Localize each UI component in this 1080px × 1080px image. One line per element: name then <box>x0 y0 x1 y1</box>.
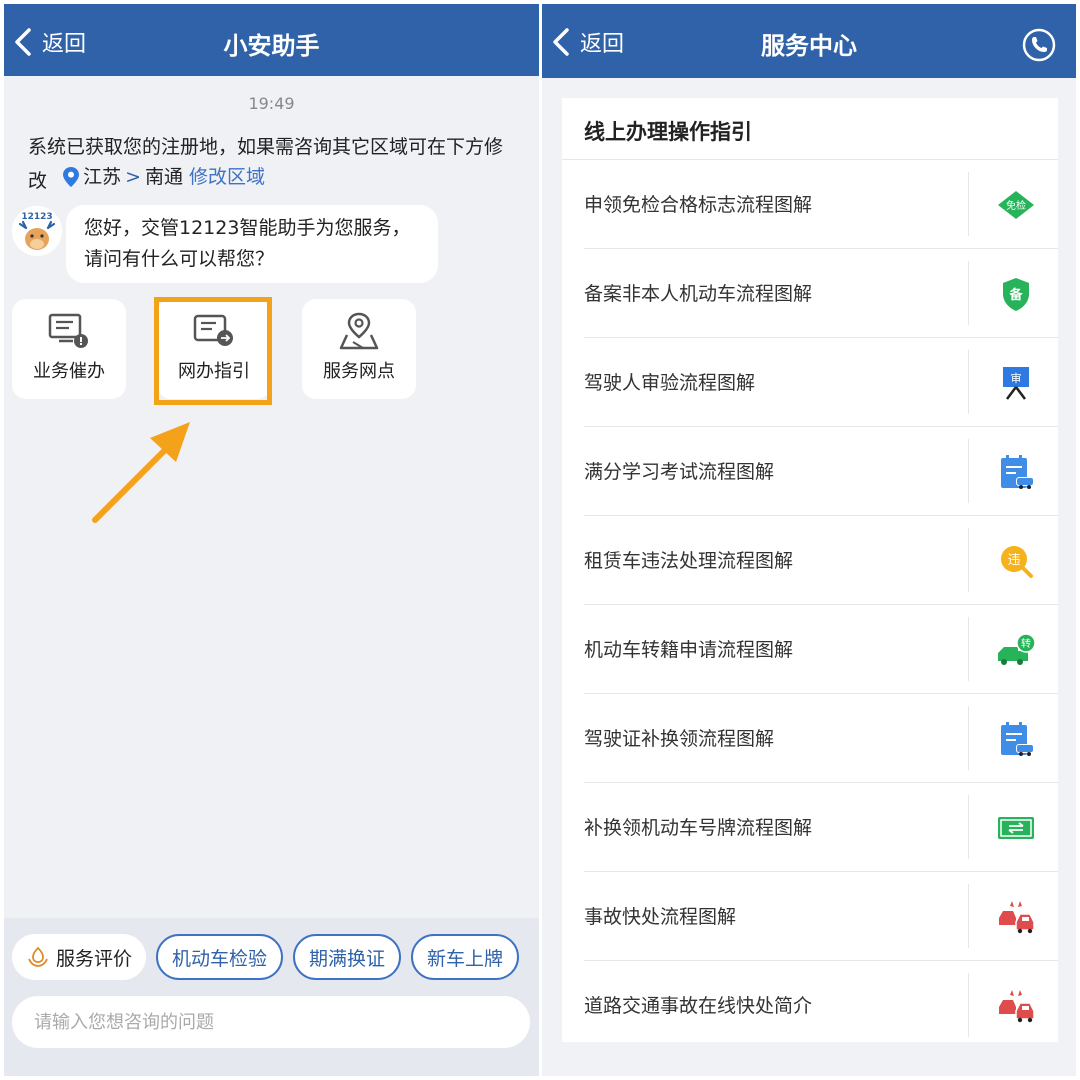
city-label: 南通 <box>145 166 184 188</box>
monitor-alert-icon <box>48 313 88 348</box>
back-label: 返回 <box>580 32 625 57</box>
row-divider <box>968 261 969 325</box>
topic-chip-license-renewal[interactable]: 期满换证 <box>293 934 402 980</box>
map-pin-icon <box>339 312 379 350</box>
guide-item[interactable]: 租赁车违法处理流程图解 违 <box>584 516 1058 605</box>
exemption-icon-text: 免检 <box>1006 199 1026 212</box>
row-divider <box>968 439 969 503</box>
chevron-right-icon: > <box>125 166 141 188</box>
calendar-car-icon <box>1001 455 1034 489</box>
quick-action-label: 业务催办 <box>33 361 105 382</box>
message-timestamp: 19:49 <box>248 94 295 113</box>
chat-bottom-bar: 服务评价 机动车检验 期满换证 新车上牌 <box>4 918 539 1076</box>
transfer-truck-icon: 转 <box>998 633 1036 665</box>
rating-hand-icon <box>28 946 48 967</box>
quick-action-online-guide[interactable]: 网办指引 <box>157 299 271 399</box>
moose-mascot-icon: 12123 <box>12 206 62 256</box>
guide-item-label: 备案非本人机动车流程图解 <box>584 283 813 305</box>
quick-action-label: 网办指引 <box>178 361 250 382</box>
greeting-line-2: 请问有什么可以帮您？ <box>84 248 275 270</box>
guide-item-label: 机动车转籍申请流程图解 <box>584 639 794 661</box>
row-divider <box>968 350 969 414</box>
license-plate-icon <box>998 817 1034 839</box>
topic-chip-vehicle-inspection[interactable]: 机动车检验 <box>156 934 284 980</box>
service-center-screen: 返回 服务中心 线上办理操作指引 申领免检合格标志流程图解 免检 备案非本人机动… <box>542 4 1076 1076</box>
violation-icon-text: 违 <box>1007 553 1020 568</box>
system-message: 系统已获取您的注册地，如果需咨询其它区域可在下方修改 江苏 > 南通 修改区域 <box>28 132 518 196</box>
accident-cars-icon <box>999 901 1035 934</box>
exemption-diamond-icon: 免检 <box>998 191 1034 219</box>
row-divider <box>968 172 969 236</box>
topic-chip-new-car-plate[interactable]: 新车上牌 <box>411 934 520 980</box>
guide-item-label: 补换领机动车号牌流程图解 <box>584 817 813 839</box>
guide-item[interactable]: 申领免检合格标志流程图解 免检 <box>584 160 1058 249</box>
document-arrow-icon <box>193 314 233 346</box>
assistant-screen: 返回 小安助手 19:49 系统已获取您的注册地，如果需咨询其它区域可在下方修改… <box>4 4 539 1076</box>
shield-record-icon: 备 <box>1003 278 1029 311</box>
guide-item[interactable]: 事故快处流程图解 <box>584 872 1058 961</box>
calendar-car-icon <box>1001 722 1034 756</box>
guide-card: 线上办理操作指引 申领免检合格标志流程图解 免检 备案非本人机动车流程图解 备 … <box>562 98 1058 1042</box>
location-pin-icon <box>63 167 80 187</box>
review-icon-text: 审 <box>1011 371 1022 385</box>
guide-item[interactable]: 驾驶证补换领流程图解 <box>584 694 1058 783</box>
row-divider <box>968 795 969 859</box>
chevron-left-icon <box>553 28 569 56</box>
assistant-navbar: 返回 小安助手 <box>4 4 539 76</box>
guide-item[interactable]: 满分学习考试流程图解 <box>584 427 1058 516</box>
region-selector: 江苏 > 南通 修改区域 <box>53 162 265 192</box>
guide-item-label: 申领免检合格标志流程图解 <box>584 194 813 216</box>
back-label: 返回 <box>42 32 87 57</box>
avatar-text: 12123 <box>21 212 52 222</box>
guide-item-label: 租赁车违法处理流程图解 <box>584 550 794 572</box>
modify-region-link[interactable]: 修改区域 <box>189 162 265 192</box>
guide-item[interactable]: 道路交通事故在线快处简介 <box>584 961 1058 1050</box>
guide-item-label: 驾驶人审验流程图解 <box>584 372 756 394</box>
province-label: 江苏 <box>83 166 122 188</box>
transfer-icon-text: 转 <box>1021 637 1031 650</box>
quick-action-urge[interactable]: 业务催办 <box>12 299 126 399</box>
suggestion-chips: 服务评价 机动车检验 期满换证 新车上牌 <box>12 934 520 980</box>
greeting-bubble: 您好，交管12123智能助手为您服务， 请问有什么可以帮您？ <box>66 205 438 283</box>
guide-item-label: 驾驶证补换领流程图解 <box>584 728 775 750</box>
record-icon-text: 备 <box>1008 287 1023 303</box>
quick-action-label: 服务网点 <box>323 361 395 382</box>
greeting-line-1: 您好，交管12123智能助手为您服务， <box>84 217 411 239</box>
row-divider <box>968 884 969 948</box>
review-board-icon: 审 <box>1003 367 1029 400</box>
guide-item[interactable]: 备案非本人机动车流程图解 备 <box>584 249 1058 338</box>
quick-action-service-points[interactable]: 服务网点 <box>302 299 416 399</box>
guide-item[interactable]: 补换领机动车号牌流程图解 <box>584 783 1058 872</box>
row-divider <box>968 528 969 592</box>
assistant-avatar: 12123 <box>12 206 62 256</box>
row-divider <box>968 617 969 681</box>
accident-cars-icon <box>999 990 1035 1023</box>
guide-item[interactable]: 驾驶人审验流程图解 审 <box>584 338 1058 427</box>
service-rating-label: 服务评价 <box>56 947 133 970</box>
row-divider <box>968 706 969 770</box>
service-rating-chip[interactable]: 服务评价 <box>12 934 147 980</box>
service-center-navbar: 返回 服务中心 <box>542 4 1076 78</box>
phone-icon[interactable] <box>1022 28 1056 62</box>
guide-item-label: 事故快处流程图解 <box>584 906 737 928</box>
guide-item-label: 道路交通事故在线快处简介 <box>584 995 813 1017</box>
back-button[interactable]: 返回 <box>550 26 624 58</box>
chevron-left-icon <box>15 28 31 56</box>
row-divider <box>968 973 969 1037</box>
back-button[interactable]: 返回 <box>12 26 86 58</box>
card-title: 线上办理操作指引 <box>562 98 1058 160</box>
violation-search-icon: 违 <box>1001 546 1033 578</box>
guide-item[interactable]: 机动车转籍申请流程图解 转 <box>584 605 1058 694</box>
question-input[interactable] <box>12 996 530 1048</box>
guide-item-label: 满分学习考试流程图解 <box>584 461 775 483</box>
orange-arrow-icon <box>92 422 190 523</box>
